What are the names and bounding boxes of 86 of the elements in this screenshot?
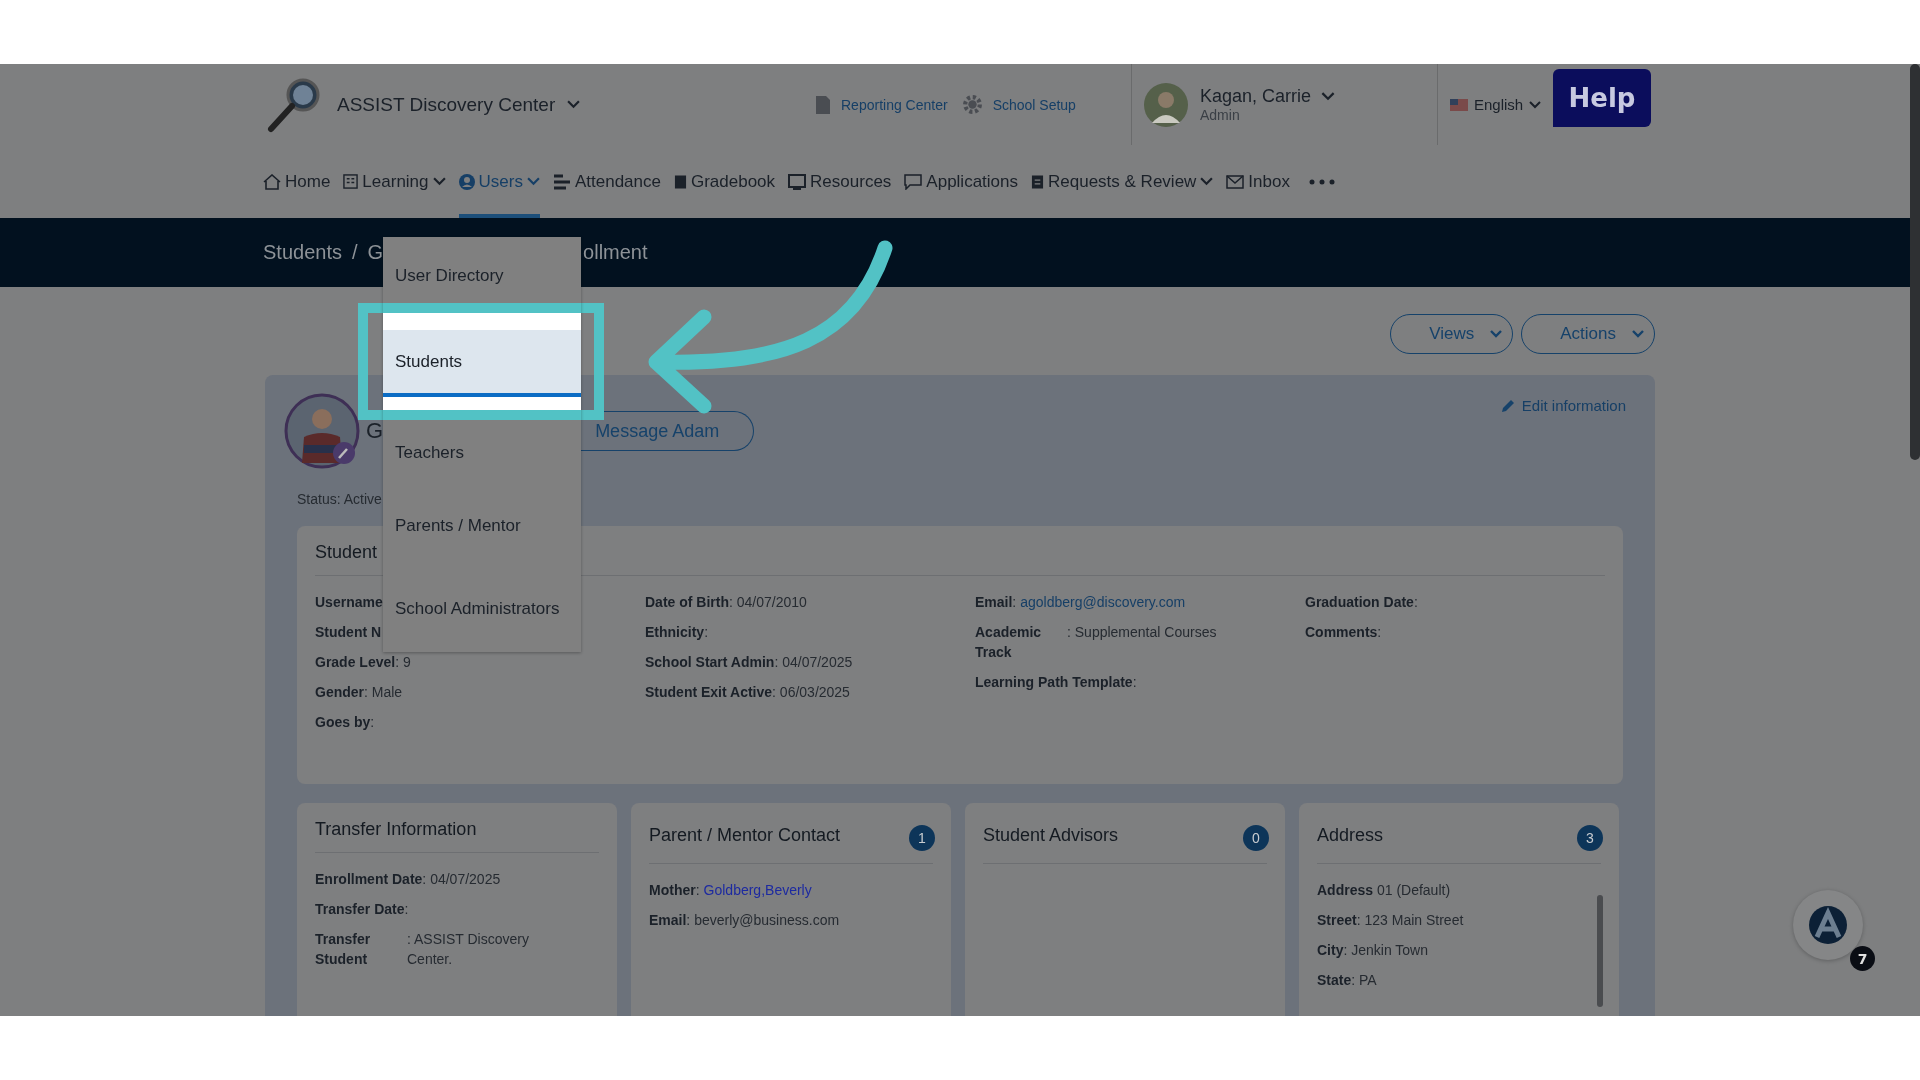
menu-item[interactable]: Parents / Mentor (383, 485, 581, 566)
card-title: Student (315, 542, 379, 563)
home-icon (263, 173, 281, 190)
field-text: Street: 123 Main Street (1317, 911, 1464, 930)
nav-tab[interactable]: Learning (343, 145, 446, 218)
field-text: Gender: Male (315, 683, 403, 702)
field-link[interactable]: agoldberg@discovery.com (1020, 592, 1186, 612)
field-text: Comments: (1305, 623, 1382, 642)
field-text: Ethnicity: (645, 623, 708, 642)
field-value: : ASSIST Discovery Center. (407, 930, 530, 969)
chat-icon (904, 173, 923, 190)
menu-item[interactable]: Teachers (383, 420, 581, 485)
chevron-icon[interactable] (567, 100, 581, 109)
card-title: Transfer Information (315, 819, 477, 840)
nav-tab[interactable]: Gradebook (673, 145, 776, 218)
field-label: Academic Track (975, 623, 1043, 662)
field-text: Address 01 (Default) (1317, 881, 1451, 900)
header-link[interactable]: Reporting Center (841, 96, 948, 113)
field-value: : Supplemental Courses (1067, 623, 1217, 642)
user-avatar[interactable] (1144, 82, 1188, 127)
field-text: State: PA (1317, 971, 1377, 990)
language-selector[interactable]: English (1474, 96, 1524, 113)
field-label: Email: (975, 593, 1017, 612)
field-text: Date of Birth: 04/07/2010 (645, 593, 807, 612)
breadcrumb-item[interactable]: G (367, 241, 384, 264)
field-text: Transfer Date: (315, 900, 409, 919)
mail-icon (1226, 174, 1245, 189)
nav-tab[interactable]: Applications (904, 145, 1018, 218)
chevron-icon[interactable] (1321, 92, 1336, 101)
scrollbar[interactable] (1597, 895, 1603, 1007)
book-icon (673, 173, 687, 190)
breadcrumb-item[interactable]: / (351, 241, 358, 264)
document-icon[interactable] (815, 94, 831, 115)
user-role: Admin (1200, 107, 1241, 123)
chevron-icon (1490, 330, 1503, 338)
field-text: Student Exit Active: 06/03/2025 (645, 683, 850, 702)
header-link[interactable]: School Setup (992, 96, 1076, 113)
count-badge: 0 (1243, 825, 1269, 851)
notification-badge: 7 (1850, 946, 1875, 971)
field-label: Transfer Student (315, 930, 372, 969)
flag-icon[interactable] (1450, 98, 1468, 111)
clipboard-icon (1031, 173, 1044, 190)
field-text: City: Jenkin Town (1317, 941, 1429, 960)
field-text: Goes by: (315, 713, 375, 732)
user-name[interactable]: Kagan, Carrie (1200, 86, 1312, 107)
breadcrumb-item[interactable]: Students (263, 241, 342, 264)
nav-tab[interactable]: Requests & Review (1031, 145, 1214, 218)
field-text: School Start Admin: 04/07/2025 (645, 653, 853, 672)
monitor-icon (788, 173, 807, 190)
status-text: Status: Active (297, 491, 382, 507)
nav-tab[interactable]: Resources (788, 145, 892, 218)
card-title: Address (1317, 824, 1384, 846)
page-scrollbar[interactable] (1910, 64, 1920, 460)
field-text: Email: beverly@business.com (649, 911, 840, 930)
help-button[interactable]: Help (1553, 69, 1651, 127)
count-badge: 3 (1577, 825, 1603, 851)
card-title: Parent / Mentor Contact (649, 824, 841, 846)
grid-icon (343, 174, 359, 189)
student-name: G (366, 418, 384, 444)
more-icon[interactable] (1308, 178, 1335, 185)
field-text: Student N (315, 623, 382, 642)
field-text: Graduation Date: (1305, 593, 1418, 612)
menu-item[interactable]: School Administrators (383, 566, 581, 652)
user-icon (458, 173, 475, 190)
field-text: Learning Path Template: (975, 673, 1137, 692)
school-name[interactable]: ASSIST Discovery Center (337, 93, 556, 116)
field-link[interactable]: Goldberg,Beverly (703, 880, 812, 900)
chevron-icon (1632, 330, 1644, 338)
card-title: Student Advisors (983, 824, 1119, 846)
menu-item[interactable]: User Directory (383, 237, 581, 303)
list-icon (552, 173, 571, 190)
field-text: Grade Level: 9 (315, 653, 411, 672)
breadcrumb-item: ollment (583, 241, 648, 264)
pencil-icon[interactable] (1499, 397, 1516, 414)
field-label: Mother: (649, 881, 700, 900)
settings-icon[interactable] (961, 94, 983, 115)
count-badge: 1 (909, 825, 935, 851)
nav-tab[interactable]: Inbox (1226, 145, 1290, 218)
chevron-icon[interactable] (1529, 100, 1542, 109)
logo-icon (1808, 905, 1848, 945)
menu-item[interactable]: Students (383, 313, 581, 410)
nav-tab[interactable]: Attendance (552, 145, 661, 218)
edit-link[interactable]: Edit information (1521, 397, 1626, 414)
field-text: Username (315, 593, 383, 612)
nav-tab[interactable]: Home (263, 145, 331, 218)
field-text: Enrollment Date: 04/07/2025 (315, 870, 501, 889)
